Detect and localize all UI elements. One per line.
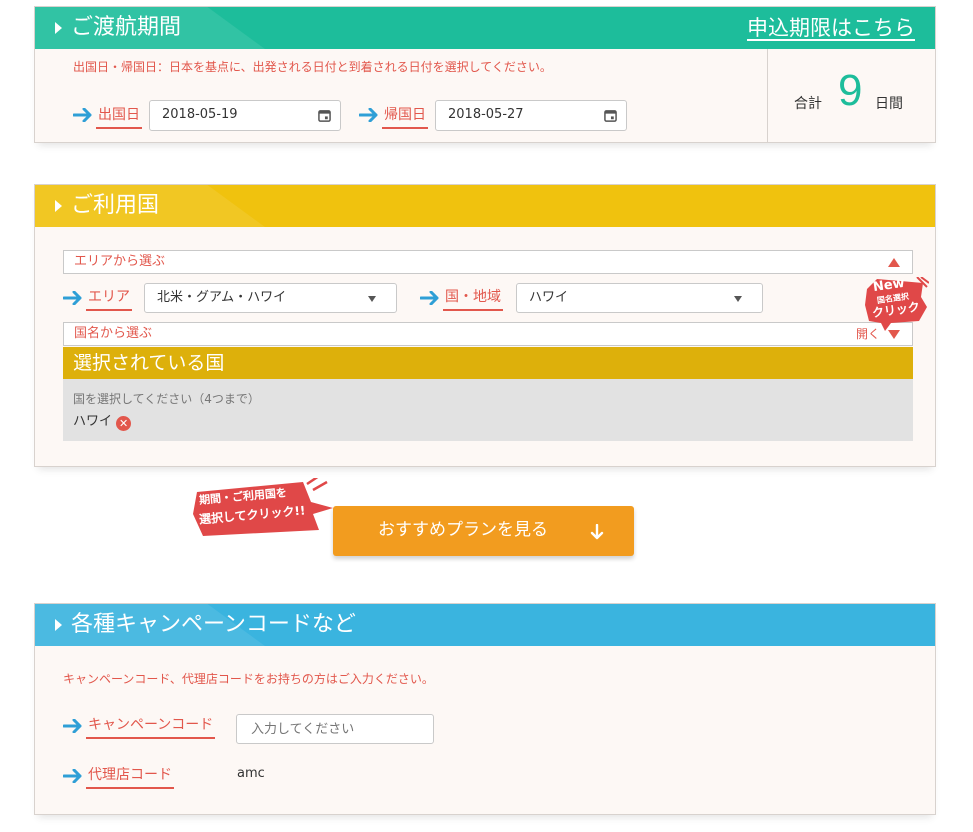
selected-country-name: ハワイ xyxy=(73,414,113,429)
travel-period-header: ご渡航期間 申込期限はこちら xyxy=(35,7,935,49)
countries-panel: ご利用国 エリアから選ぶ エリア 北米・グアム・ハワイ 国・地域 ハワイ 国名か… xyxy=(34,184,936,467)
expand-triangle-icon xyxy=(888,330,900,339)
calendar-icon[interactable] xyxy=(318,109,331,122)
country-name-picker-toggle[interactable]: 国名から選ぶ 開く xyxy=(63,322,913,346)
total-suffix: 日間 xyxy=(875,96,903,112)
return-label: 帰国日 xyxy=(382,106,428,129)
arrow-right-icon xyxy=(420,291,439,305)
selected-countries-title-text: 選択されている国 xyxy=(73,352,225,374)
campaign-title: 各種キャンペーンコードなど xyxy=(71,612,356,637)
deadline-link[interactable]: 申込期限はこちら xyxy=(747,14,915,42)
area-select-value: 北米・グアム・ハワイ xyxy=(157,290,287,305)
header-triangle-icon xyxy=(55,22,62,34)
new-badge[interactable]: New 国名選択 クリック xyxy=(863,276,929,331)
chevron-down-icon xyxy=(368,296,376,302)
arrow-right-icon xyxy=(63,769,82,783)
campaign-panel: 各種キャンペーンコードなど キャンペーンコード、代理店コードをお持ちの方はご入力… xyxy=(34,603,936,815)
region-select-value: ハワイ xyxy=(529,290,569,305)
selected-countries-title: 選択されている国 xyxy=(63,347,913,379)
arrow-right-icon xyxy=(73,108,92,122)
calendar-icon[interactable] xyxy=(604,109,617,122)
total-prefix: 合計 xyxy=(794,96,822,112)
return-date-value: 2018-05-27 xyxy=(448,107,524,122)
region-label: 国・地域 xyxy=(443,288,503,311)
campaign-note: キャンペーンコード、代理店コードをお持ちの方はご入力ください。 xyxy=(63,672,434,686)
departure-date-value: 2018-05-19 xyxy=(162,107,238,122)
countries-title: ご利用国 xyxy=(71,193,160,218)
return-date-input[interactable]: 2018-05-27 xyxy=(435,100,627,131)
chevron-down-icon xyxy=(734,296,742,302)
recommended-plan-label: おすすめプランを見る xyxy=(378,520,548,540)
country-name-picker-label: 国名から選ぶ xyxy=(74,326,153,341)
area-picker-label: エリアから選ぶ xyxy=(74,254,166,269)
collapse-triangle-icon xyxy=(888,258,900,267)
recommended-plan-button[interactable]: おすすめプランを見る xyxy=(333,506,634,556)
remove-icon[interactable]: ✕ xyxy=(116,416,132,431)
departure-label: 出国日 xyxy=(96,106,142,129)
travel-period-panel: ご渡航期間 申込期限はこちら 出国日・帰国日：日本を基点に、出発される日付と到着… xyxy=(34,6,936,143)
arrow-right-icon xyxy=(359,108,378,122)
campaign-code-input[interactable] xyxy=(236,714,434,744)
selected-countries-box: 国を選択してください（4つまで） ハワイ ✕ xyxy=(63,379,913,441)
region-select[interactable]: ハワイ xyxy=(516,283,763,313)
arrow-right-icon xyxy=(63,719,82,733)
departure-date-input[interactable]: 2018-05-19 xyxy=(149,100,341,131)
countries-header: ご利用国 xyxy=(35,185,935,227)
area-select[interactable]: 北米・グアム・ハワイ xyxy=(144,283,397,313)
selected-countries-hint: 国を選択してください（4つまで） xyxy=(73,392,260,406)
header-triangle-icon xyxy=(55,619,62,631)
campaign-code-label: キャンペーンコード xyxy=(86,716,216,739)
period-note: 出国日・帰国日：日本を基点に、出発される日付と到着される日付を選択してください。 xyxy=(73,60,552,74)
total-days-box: 合計 9 日間 xyxy=(767,49,936,142)
campaign-header: 各種キャンペーンコードなど xyxy=(35,604,935,646)
selected-country-chip: ハワイ ✕ xyxy=(73,410,132,431)
travel-period-title: ご渡航期間 xyxy=(71,15,182,40)
plan-callout: 期間・ご利用国を 選択してクリック!! xyxy=(191,478,341,540)
area-picker-toggle[interactable]: エリアから選ぶ xyxy=(63,250,913,274)
agency-code-label: 代理店コード xyxy=(86,766,174,789)
area-label: エリア xyxy=(86,288,132,311)
arrow-down-icon xyxy=(590,524,604,540)
agency-code-value: amc xyxy=(237,766,265,781)
total-days-count: 9 xyxy=(838,66,863,115)
arrow-right-icon xyxy=(63,291,82,305)
header-triangle-icon xyxy=(55,200,62,212)
